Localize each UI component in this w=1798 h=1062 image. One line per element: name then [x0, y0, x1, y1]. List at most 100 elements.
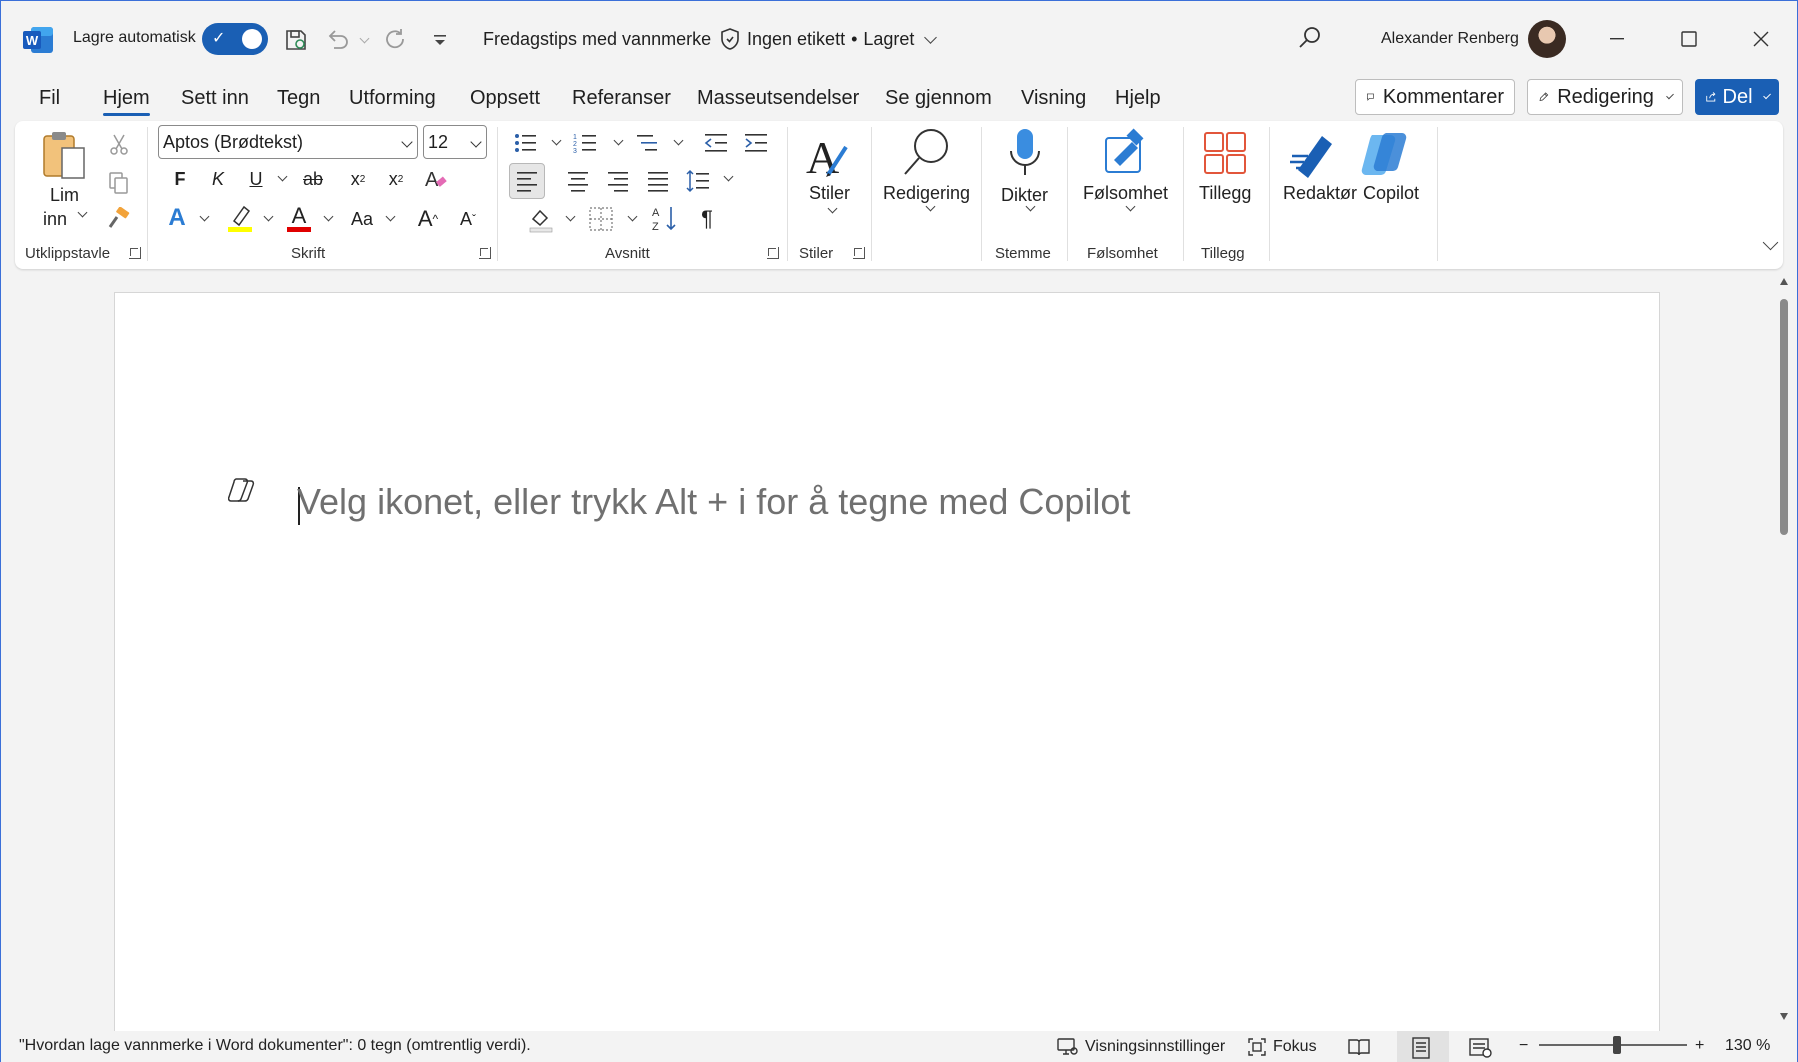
paste-label-1[interactable]: Lim [50, 185, 79, 206]
tab-masseutsendelser[interactable]: Masseutsendelser [697, 87, 859, 110]
font-color-icon[interactable]: A [285, 203, 313, 233]
styles-icon[interactable]: A [803, 129, 853, 183]
highlight-dropdown-icon[interactable] [263, 211, 274, 222]
font-color-dropdown-icon[interactable] [323, 211, 334, 222]
minimize-button[interactable] [1597, 21, 1637, 57]
borders-icon[interactable] [585, 203, 617, 235]
numbering-icon[interactable]: 123 [571, 129, 601, 157]
add-ins-label[interactable]: Tillegg [1199, 183, 1251, 204]
save-button[interactable] [281, 25, 311, 55]
add-ins-icon[interactable] [1201, 129, 1249, 177]
sensitivity-status[interactable]: Ingen etikett • Lagret [719, 27, 938, 51]
scroll-thumb[interactable] [1780, 299, 1788, 535]
print-layout-icon[interactable] [1411, 1037, 1431, 1059]
line-spacing-icon[interactable] [683, 165, 713, 197]
shading-icon[interactable] [525, 203, 557, 235]
underline-dropdown-icon[interactable] [277, 171, 288, 182]
superscript-button[interactable]: x2 [383, 165, 409, 193]
bullets-dropdown-icon[interactable] [551, 135, 562, 146]
tab-hjelp[interactable]: Hjelp [1115, 87, 1161, 110]
display-settings-button[interactable]: Visningsinnstillinger [1057, 1037, 1225, 1057]
editor-label[interactable]: Redaktør [1283, 183, 1357, 204]
highlight-icon[interactable] [225, 203, 255, 233]
justify-icon[interactable] [643, 165, 673, 197]
font-size-select[interactable]: 12 [423, 125, 487, 159]
format-painter-icon[interactable] [105, 205, 133, 233]
maximize-button[interactable] [1669, 21, 1709, 57]
tab-visning[interactable]: Visning [1021, 87, 1086, 110]
undo-button[interactable] [323, 25, 353, 55]
word-count-status[interactable]: "Hvordan lage vannmerke i Word dokumente… [19, 1037, 531, 1055]
microphone-icon[interactable] [1001, 127, 1049, 183]
change-case-button[interactable]: Aa [345, 205, 379, 233]
underline-button[interactable]: U [243, 165, 269, 193]
styles-launcher-icon[interactable] [853, 247, 865, 259]
multilevel-list-icon[interactable] [633, 129, 663, 157]
cut-icon[interactable] [105, 131, 133, 159]
scroll-up-icon[interactable] [1779, 277, 1789, 287]
comments-button[interactable]: Kommentarer [1355, 79, 1515, 115]
collapse-ribbon-icon[interactable] [1762, 234, 1779, 251]
username[interactable]: Alexander Renberg [1381, 30, 1519, 48]
zoom-out-button[interactable]: − [1519, 1037, 1528, 1055]
editor-icon[interactable] [1287, 129, 1341, 179]
scroll-down-icon[interactable] [1779, 1011, 1789, 1021]
copilot-prompt-placeholder[interactable]: Velg ikonet, eller trykk Alt + i for å t… [297, 481, 1130, 523]
tab-sett-inn[interactable]: Sett inn [181, 87, 249, 110]
share-button[interactable]: Del [1695, 79, 1779, 115]
tab-hjem[interactable]: Hjem [103, 87, 150, 116]
change-case-dropdown-icon[interactable] [385, 211, 396, 222]
zoom-in-button[interactable]: + [1695, 1037, 1704, 1055]
line-spacing-dropdown-icon[interactable] [723, 171, 734, 182]
paste-label-2[interactable]: inn [43, 209, 67, 230]
tab-oppsett[interactable]: Oppsett [470, 87, 540, 110]
clipboard-launcher-icon[interactable] [129, 247, 141, 259]
shading-dropdown-icon[interactable] [565, 211, 576, 222]
tab-utforming[interactable]: Utforming [349, 87, 436, 110]
find-icon[interactable] [899, 125, 955, 181]
vertical-scrollbar[interactable] [1775, 273, 1793, 1025]
increase-indent-icon[interactable] [741, 129, 771, 157]
zoom-slider-thumb[interactable] [1613, 1036, 1621, 1054]
read-mode-icon[interactable] [1347, 1037, 1371, 1057]
paragraph-launcher-icon[interactable] [767, 247, 779, 259]
tab-tegn[interactable]: Tegn [277, 87, 320, 110]
borders-dropdown-icon[interactable] [627, 211, 638, 222]
focus-button[interactable]: Fokus [1247, 1037, 1317, 1057]
avatar[interactable] [1528, 20, 1566, 58]
close-button[interactable] [1741, 21, 1781, 57]
copy-icon[interactable] [105, 169, 133, 197]
search-icon[interactable] [1297, 25, 1323, 56]
decrease-indent-icon[interactable] [701, 129, 731, 157]
bold-button[interactable]: F [167, 165, 193, 193]
shrink-font-button[interactable]: Aˇ [453, 205, 483, 233]
web-layout-icon[interactable] [1469, 1037, 1493, 1059]
subscript-button[interactable]: x2 [345, 165, 371, 193]
undo-dropdown-icon[interactable] [353, 25, 369, 55]
copilot-label[interactable]: Copilot [1363, 183, 1419, 204]
numbering-dropdown-icon[interactable] [613, 135, 624, 146]
autosave-toggle[interactable]: ✓ [202, 23, 268, 55]
align-left-button[interactable] [509, 163, 545, 199]
copilot-draw-icon[interactable] [227, 477, 256, 508]
document-title[interactable]: Fredagstips med vannmerke [483, 29, 711, 50]
sort-icon[interactable]: AZ [649, 203, 681, 235]
align-right-icon[interactable] [603, 165, 633, 197]
multilevel-dropdown-icon[interactable] [673, 135, 684, 146]
sensitivity-icon[interactable] [1099, 127, 1151, 179]
customize-toolbar-icon[interactable] [425, 25, 455, 55]
paste-dropdown-icon[interactable] [77, 207, 88, 218]
sensitivity-ribbon-label[interactable]: Følsomhet [1083, 183, 1168, 204]
show-formatting-button[interactable]: ¶ [693, 203, 721, 235]
align-center-icon[interactable] [563, 165, 593, 197]
bullets-icon[interactable] [511, 129, 541, 157]
editing-group-button[interactable]: Redigering [883, 183, 970, 204]
font-name-select[interactable]: Aptos (Brødtekst) [158, 125, 418, 159]
tab-referanser[interactable]: Referanser [572, 87, 671, 110]
tab-fil[interactable]: Fil [39, 87, 60, 110]
editing-mode-button[interactable]: Redigering [1527, 79, 1683, 115]
italic-button[interactable]: K [205, 165, 231, 193]
paste-icon[interactable] [41, 129, 89, 183]
text-effects-dropdown-icon[interactable] [199, 211, 210, 222]
styles-label[interactable]: Stiler [809, 183, 850, 204]
